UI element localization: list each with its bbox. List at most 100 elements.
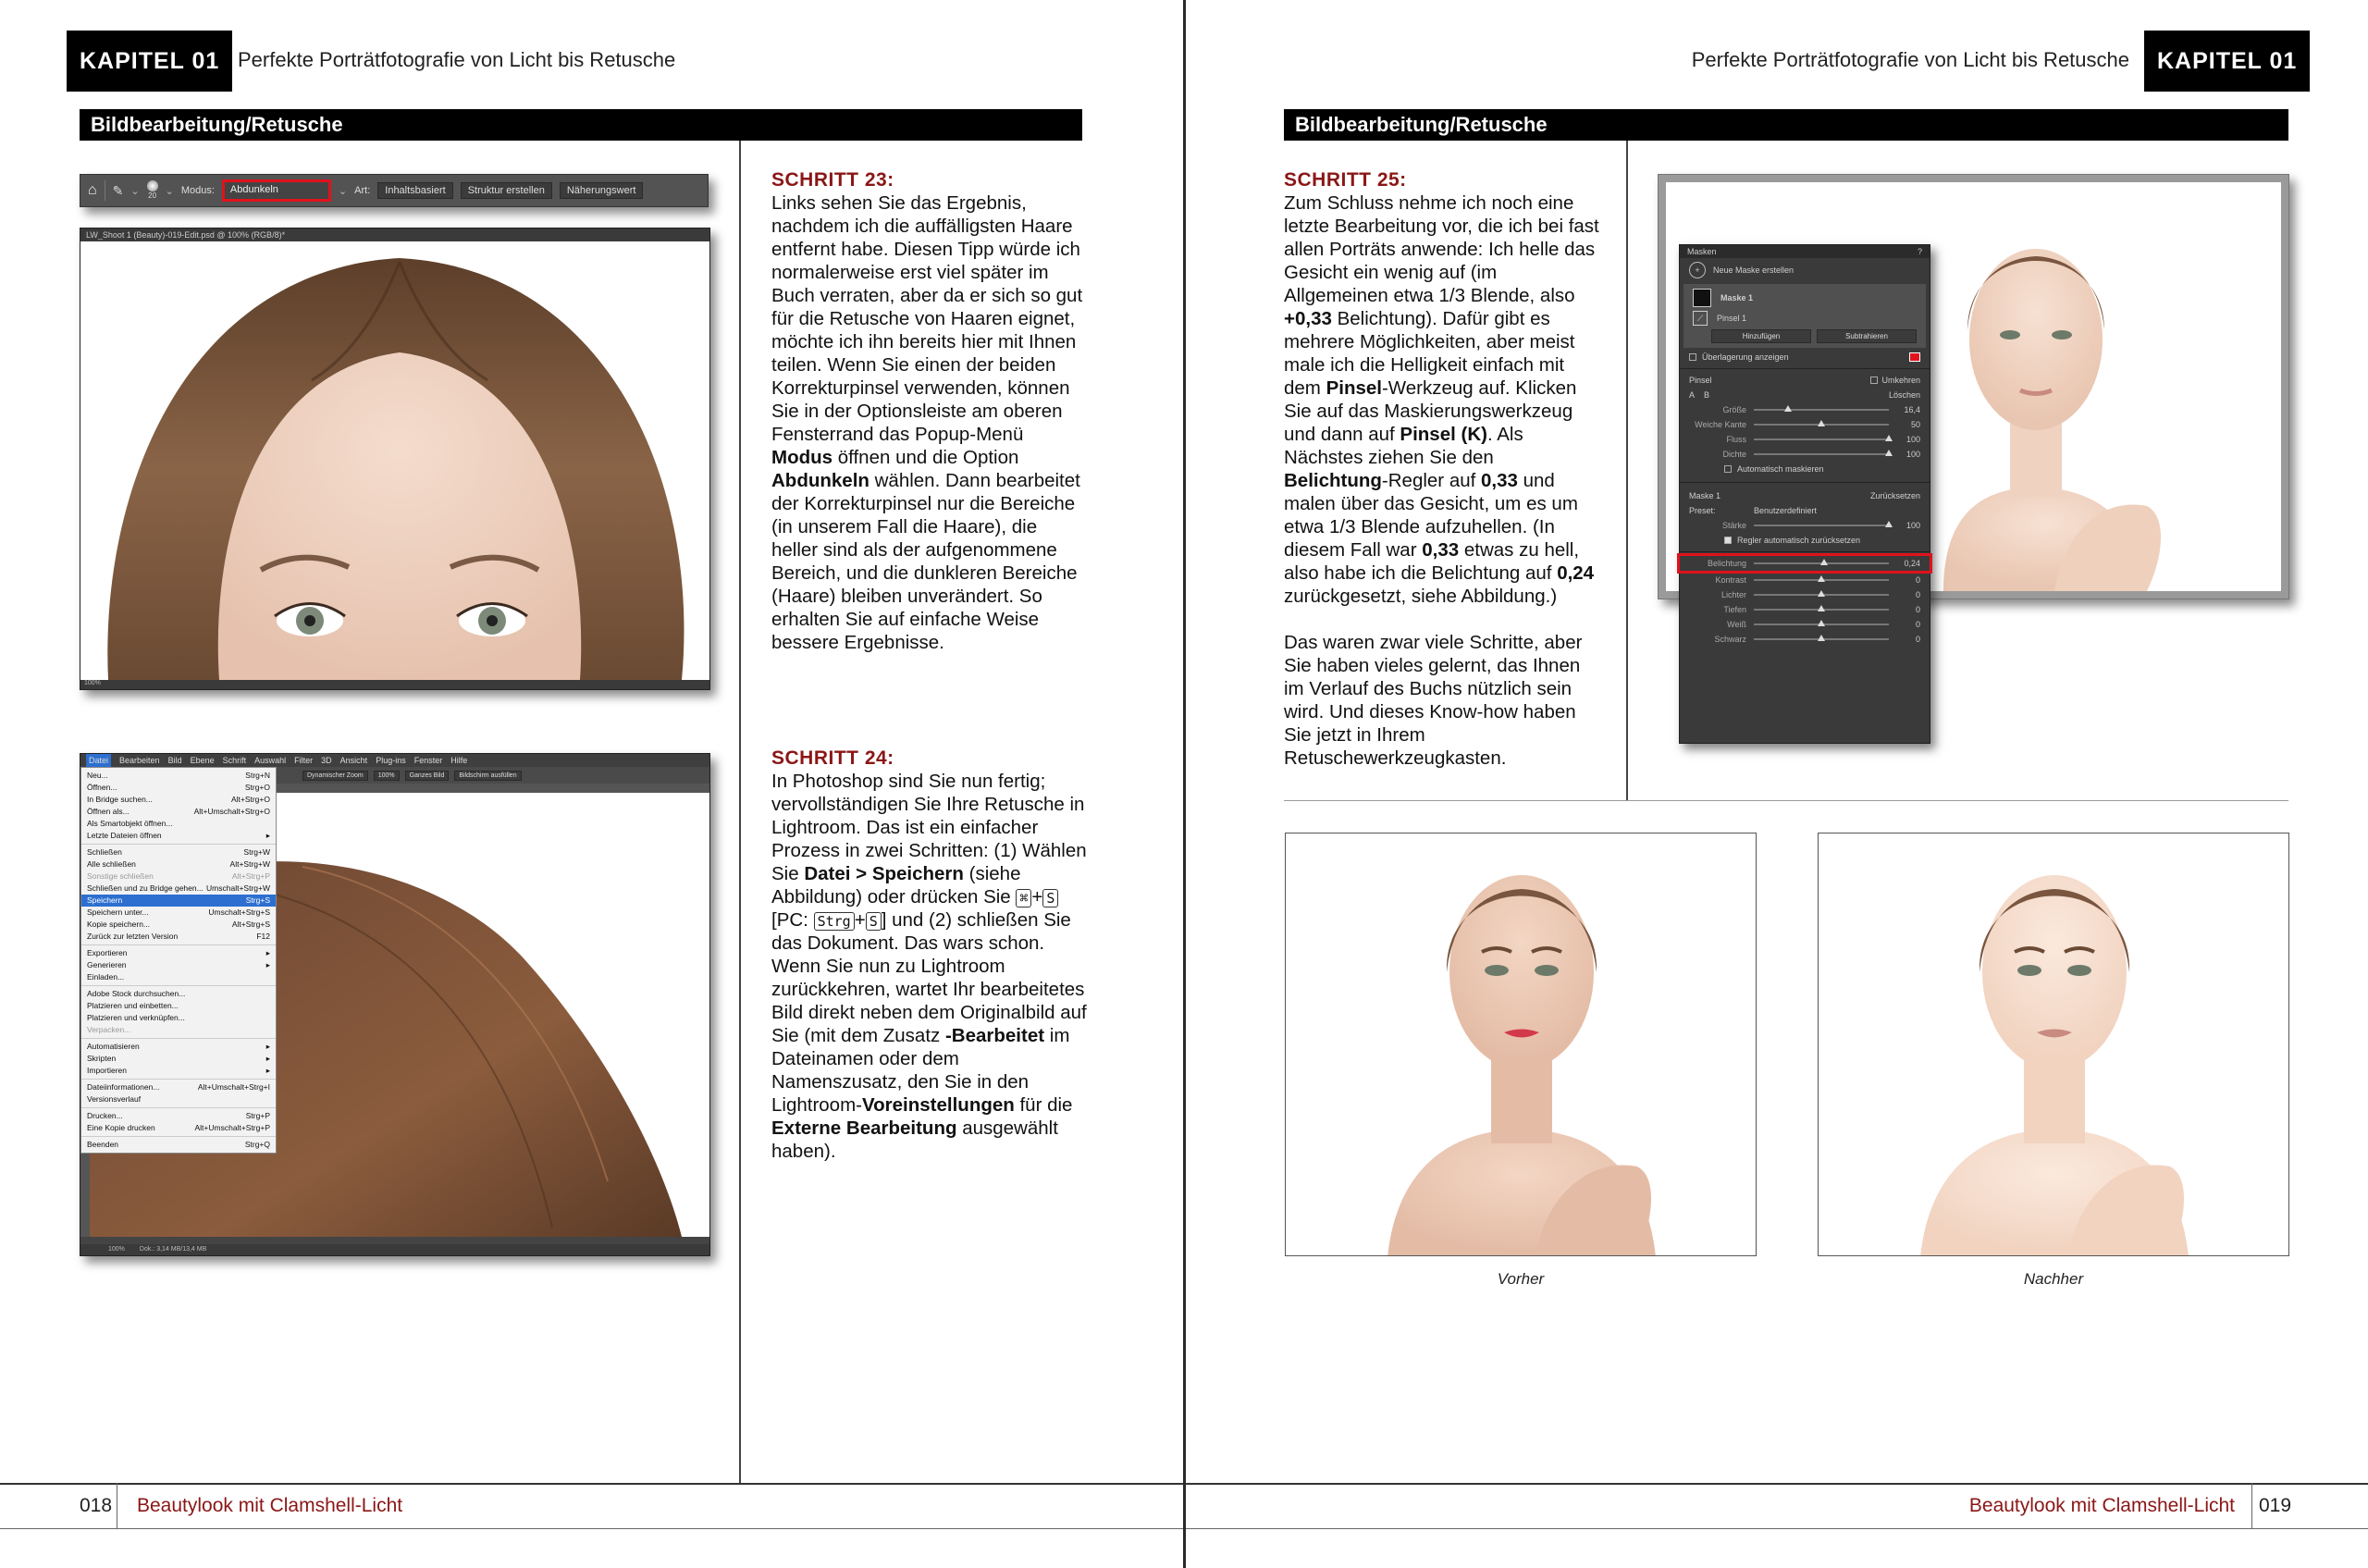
auto-reset-row[interactable]: Regler automatisch zurücksetzen — [1680, 533, 1930, 548]
file-menu-item[interactable]: Schließen Strg+W — [81, 846, 276, 858]
menu-bild[interactable]: Bild — [168, 754, 182, 767]
file-menu-item[interactable]: Öffnen als... Alt+Umschalt+Strg+O — [81, 806, 276, 818]
mask-1-row[interactable]: Maske 1 — [1684, 287, 1926, 309]
overlay-row[interactable]: Überlagerung anzeigen — [1680, 350, 1930, 364]
help-icon[interactable]: ? — [1918, 245, 1922, 258]
amount-slider-row[interactable]: Stärke 100 — [1680, 518, 1930, 533]
slider-row-dichte[interactable]: Dichte 100 — [1680, 447, 1930, 462]
file-menu-item[interactable]: Beenden Strg+Q — [81, 1139, 276, 1151]
slider-row-fluss[interactable]: Fluss 100 — [1680, 432, 1930, 447]
slider-row-schwarz[interactable]: Schwarz 0 — [1680, 632, 1930, 647]
file-menu-item[interactable]: Neu... Strg+N — [81, 770, 276, 782]
healing-brush-icon[interactable]: ✎ — [113, 183, 124, 199]
chapter-label-right: KAPITEL 01 — [2144, 31, 2311, 92]
home-icon[interactable]: ⌂ — [88, 182, 97, 199]
section-bar-right: Bildbearbeitung/Retusche — [1284, 109, 2288, 141]
menu-3d[interactable]: 3D — [321, 754, 332, 767]
file-menu-item[interactable]: Importieren ▸ — [81, 1065, 276, 1077]
file-menu-item[interactable]: Schließen und zu Bridge gehen... Umschalt… — [81, 883, 276, 895]
brush-section-header: Pinsel Umkehren — [1689, 376, 1920, 385]
slider-row-kontrast[interactable]: Kontrast 0 — [1680, 573, 1930, 587]
auto-mask-row[interactable]: Automatisch maskieren — [1680, 462, 1930, 476]
overlay-checkbox[interactable] — [1689, 353, 1696, 361]
menu-datei[interactable]: Datei — [86, 754, 112, 767]
add-button[interactable]: Hinzufügen — [1711, 329, 1811, 343]
erase-tab[interactable]: Löschen — [1889, 390, 1920, 400]
menu-auswahl[interactable]: Auswahl — [254, 754, 286, 767]
brush-b-tab[interactable]: B — [1704, 390, 1889, 400]
document-tab-title[interactable]: LW_Shoot 1 (Beauty)-019-Edit.psd @ 100% … — [80, 228, 709, 241]
file-menu-item[interactable]: Exportieren ▸ — [81, 947, 276, 959]
file-menu-item[interactable]: Zurück zur letzten Version F12 — [81, 931, 276, 943]
subtract-button[interactable]: Subtrahieren — [1817, 329, 1917, 343]
file-menu-item[interactable]: Als Smartobjekt öffnen... — [81, 818, 276, 830]
file-menu-item[interactable]: Einladen... — [81, 971, 276, 983]
file-menu-item[interactable]: Platzieren und einbetten... — [81, 1000, 276, 1012]
menu-ansicht[interactable]: Ansicht — [340, 754, 368, 767]
slider-track — [1754, 420, 1889, 426]
status-bar: 100% — [80, 680, 709, 689]
file-menu-item[interactable]: Alle schließen Alt+Strg+W — [81, 858, 276, 870]
zoom-option-button[interactable]: Bildschirm ausfüllen — [454, 770, 522, 781]
slider-row-lichter[interactable]: Lichter 0 — [1680, 587, 1930, 602]
zoom-option-button[interactable]: 100% — [373, 770, 400, 781]
auto-mask-checkbox[interactable] — [1724, 465, 1732, 473]
step-25-title: SCHRITT 25: — [1284, 169, 1407, 191]
modus-select[interactable]: Abdunkeln — [221, 179, 331, 202]
menu-separator — [81, 844, 276, 845]
chapter-label-left: KAPITEL 01 — [67, 31, 233, 92]
zoom-option-button[interactable]: Dynamischer Zoom — [302, 770, 368, 781]
slider-row-weiß[interactable]: Weiß 0 — [1680, 617, 1930, 632]
file-menu-item[interactable]: Versionsverlauf — [81, 1093, 276, 1105]
invert-checkbox[interactable] — [1870, 377, 1879, 384]
menu-hilfe[interactable]: Hilfe — [450, 754, 467, 767]
brush-1-row[interactable]: ⟋ Pinsel 1 — [1684, 309, 1926, 327]
file-menu-item[interactable]: Speichern Strg+S — [81, 895, 276, 907]
file-menu-item[interactable]: Eine Kopie drucken Alt+Umschalt+Strg+P — [81, 1122, 276, 1134]
file-menu-dropdown[interactable]: Neu... Strg+N Öffnen... Strg+O In Bridge suc… — [80, 767, 277, 1154]
file-menu-item[interactable]: Öffnen... Strg+O — [81, 782, 276, 794]
slider-row-größe[interactable]: Größe 16,4 — [1680, 402, 1930, 417]
before-photo — [1285, 833, 1757, 1256]
preset-row[interactable]: Preset: Benutzerdefiniert — [1680, 503, 1930, 518]
menu-ebene[interactable]: Ebene — [191, 754, 215, 767]
naeherungswert-button[interactable]: Näherungswert — [559, 182, 644, 199]
book-spine — [1183, 0, 1186, 1568]
file-menu-item[interactable]: Generieren ▸ — [81, 959, 276, 971]
file-menu-item[interactable]: Skripten ▸ — [81, 1053, 276, 1065]
menu-schrift[interactable]: Schrift — [223, 754, 247, 767]
file-menu-item[interactable]: Speichern unter... Umschalt+Strg+S — [81, 907, 276, 919]
menu-filter[interactable]: Filter — [294, 754, 313, 767]
brush-sliders: Größe 16,4 Weiche Kante 50 Fluss 100 Dichte 100 — [1680, 402, 1930, 462]
slider-track — [1754, 620, 1889, 626]
slider-row-belichtung[interactable]: Belichtung 0,24 — [1677, 553, 1932, 574]
add-mask-icon[interactable]: + — [1689, 262, 1706, 278]
auto-reset-checkbox[interactable] — [1724, 537, 1732, 544]
file-menu-item[interactable]: Platzieren und verknüpfen... — [81, 1012, 276, 1024]
file-menu-item[interactable]: Dateiinformationen... Alt+Umschalt+Strg+I — [81, 1081, 276, 1093]
preset-select[interactable]: Benutzerdefiniert — [1754, 506, 1817, 515]
menu-bearbeiten[interactable]: Bearbeiten — [119, 754, 160, 767]
file-menu-item[interactable]: Sonstige schließen Alt+Strg+P — [81, 870, 276, 883]
before-caption: Vorher — [1497, 1270, 1545, 1288]
file-menu-item[interactable]: In Bridge suchen... Alt+Strg+O — [81, 794, 276, 806]
new-mask-row[interactable]: + Neue Maske erstellen — [1680, 258, 1930, 282]
slider-row-tiefen[interactable]: Tiefen 0 — [1680, 602, 1930, 617]
overlay-color-swatch[interactable] — [1909, 352, 1920, 362]
file-menu-item[interactable]: Letzte Dateien öffnen ▸ — [81, 830, 276, 842]
menu-fenster[interactable]: Fenster — [414, 754, 443, 767]
file-menu-item[interactable]: Kopie speichern... Alt+Strg+S — [81, 919, 276, 931]
file-menu-item[interactable]: Automatisieren ▸ — [81, 1041, 276, 1053]
file-menu-item[interactable]: Drucken... Strg+P — [81, 1110, 276, 1122]
file-menu-item[interactable]: Verpacken... — [81, 1024, 276, 1036]
zoom-option-button[interactable]: Ganzes Bild — [404, 770, 450, 781]
inhaltsbasiert-button[interactable]: Inhaltsbasiert — [377, 182, 453, 199]
brush-preset-picker[interactable]: 20 — [146, 180, 158, 201]
reset-button[interactable]: Zurücksetzen — [1870, 491, 1920, 500]
brush-a-tab[interactable]: A — [1689, 390, 1695, 400]
menu-separator — [81, 985, 276, 986]
menu-plug-ins[interactable]: Plug-ins — [376, 754, 406, 767]
file-menu-item[interactable]: Adobe Stock durchsuchen... — [81, 988, 276, 1000]
slider-row-weiche-kante[interactable]: Weiche Kante 50 — [1680, 417, 1930, 432]
struktur-erstellen-button[interactable]: Struktur erstellen — [460, 182, 552, 199]
